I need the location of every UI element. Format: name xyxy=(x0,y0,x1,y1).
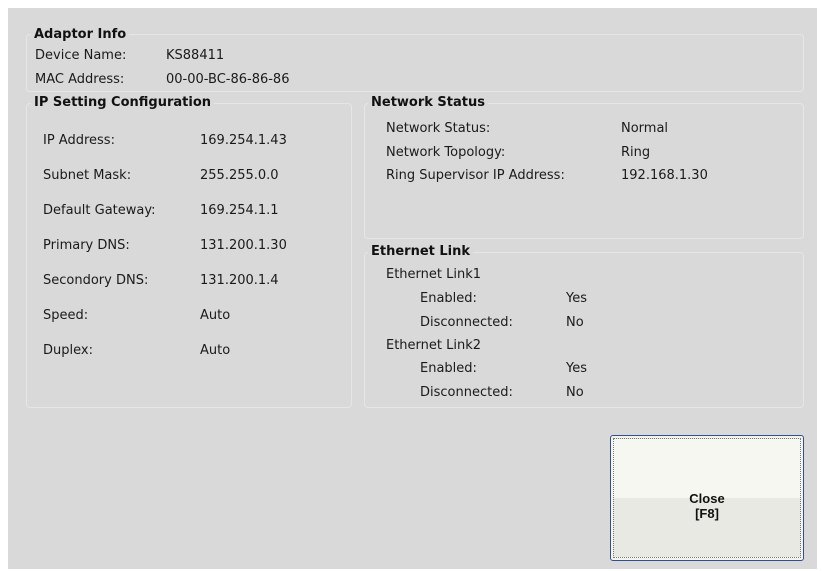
speed-label: Speed: xyxy=(43,308,89,323)
ring-supervisor-ip-label: Ring Supervisor IP Address: xyxy=(386,168,565,183)
primary-dns-value: 131.200.1.30 xyxy=(200,238,287,253)
ethernet-link2-enabled-value: Yes xyxy=(566,361,587,376)
ethernet-link2-name: Ethernet Link2 xyxy=(386,338,482,353)
ethernet-link1-disconnected-value: No xyxy=(566,315,584,330)
adaptor-info-title: Adaptor Info xyxy=(31,27,130,42)
secondary-dns-label: Secondory DNS: xyxy=(43,273,149,288)
speed-value: Auto xyxy=(200,308,231,323)
ip-address-label: IP Address: xyxy=(43,133,115,148)
ip-settings-group xyxy=(26,103,352,408)
device-name-value: KS88411 xyxy=(166,48,225,63)
close-button[interactable]: Close [F8] xyxy=(610,435,804,561)
ip-address-value: 169.254.1.43 xyxy=(200,133,287,148)
duplex-value: Auto xyxy=(200,343,231,358)
close-button-focus-rect: Close [F8] xyxy=(613,438,801,558)
default-gateway-label: Default Gateway: xyxy=(43,203,156,218)
device-name-label: Device Name: xyxy=(35,48,127,63)
secondary-dns-value: 131.200.1.4 xyxy=(200,273,279,288)
subnet-mask-label: Subnet Mask: xyxy=(43,168,132,183)
primary-dns-label: Primary DNS: xyxy=(43,238,130,253)
close-button-label: Close xyxy=(689,491,725,506)
network-status-title: Network Status xyxy=(368,95,488,110)
ethernet-link1-disconnected-label: Disconnected: xyxy=(420,315,513,330)
ethernet-link2-disconnected-label: Disconnected: xyxy=(420,385,513,400)
adaptor-info-group xyxy=(26,34,804,92)
network-topology-label: Network Topology: xyxy=(386,145,506,160)
adaptor-info-dialog: Adaptor Info Device Name: KS88411 MAC Ad… xyxy=(8,8,817,569)
network-topology-value: Ring xyxy=(621,145,651,160)
network-status-value: Normal xyxy=(621,121,669,136)
ring-supervisor-ip-value: 192.168.1.30 xyxy=(621,168,708,183)
ethernet-link2-enabled-label: Enabled: xyxy=(420,361,477,376)
network-status-label: Network Status: xyxy=(386,121,491,136)
subnet-mask-value: 255.255.0.0 xyxy=(200,168,279,183)
ethernet-link1-enabled-label: Enabled: xyxy=(420,291,477,306)
mac-address-label: MAC Address: xyxy=(35,72,125,87)
close-button-shortcut: [F8] xyxy=(695,506,719,521)
ethernet-link-title: Ethernet Link xyxy=(368,244,474,259)
ethernet-link1-name: Ethernet Link1 xyxy=(386,267,482,282)
ethernet-link2-disconnected-value: No xyxy=(566,385,584,400)
default-gateway-value: 169.254.1.1 xyxy=(200,203,279,218)
close-button-text: Close [F8] xyxy=(614,491,800,521)
duplex-label: Duplex: xyxy=(43,343,93,358)
ethernet-link1-enabled-value: Yes xyxy=(566,291,587,306)
ip-settings-title: IP Setting Configuration xyxy=(31,95,215,110)
mac-address-value: 00-00-BC-86-86-86 xyxy=(166,72,290,87)
